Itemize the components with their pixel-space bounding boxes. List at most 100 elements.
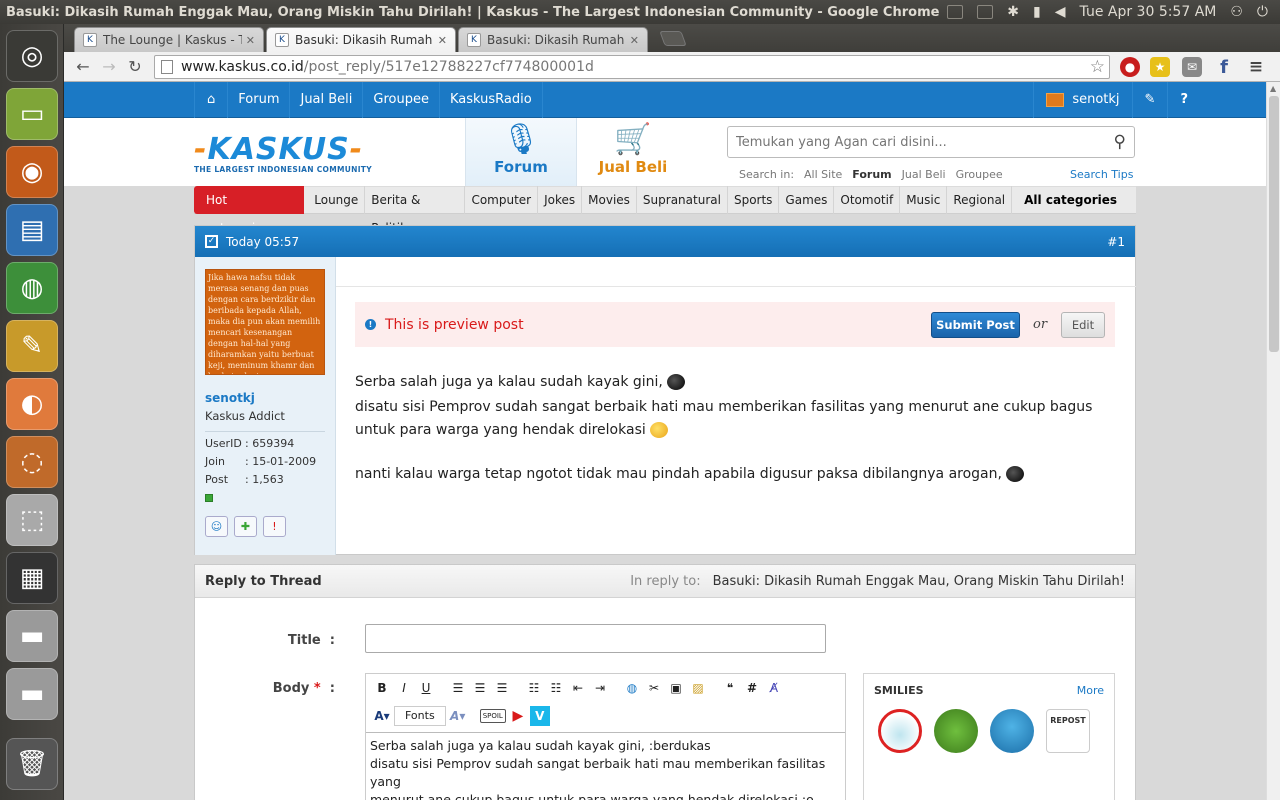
quote-icon[interactable]: ❝ xyxy=(720,678,740,698)
mail-icon[interactable] xyxy=(947,5,964,19)
underline-icon[interactable]: U xyxy=(416,678,436,698)
smiley-icon[interactable] xyxy=(878,709,922,753)
bullet-list-icon[interactable]: ☷ xyxy=(524,678,544,698)
align-right-icon[interactable]: ☰ xyxy=(492,678,512,698)
smiley-icon[interactable]: REPOST xyxy=(1046,709,1090,753)
paint-icon[interactable]: ⬚ xyxy=(6,494,58,546)
power-icon[interactable]: ⏻ xyxy=(1257,4,1268,20)
browser-tab[interactable]: K Basuki: Dikasih Rumah Eng ✕ xyxy=(458,27,648,52)
outdent-icon[interactable]: ⇤ xyxy=(568,678,588,698)
category-item[interactable]: Otomotif xyxy=(834,186,901,214)
body-textarea[interactable]: Serba salah juga ya kalau sudah kayak gi… xyxy=(366,732,845,800)
fonts-dropdown[interactable]: Fonts xyxy=(394,706,446,726)
font-size-icon[interactable]: A▾ xyxy=(448,706,468,726)
text-editor-icon[interactable]: ✎ xyxy=(6,320,58,372)
dash-icon[interactable]: ◎ xyxy=(6,30,58,82)
scope-all-site[interactable]: All Site xyxy=(804,168,842,181)
bookmark-star-icon[interactable]: ☆ xyxy=(1090,57,1105,77)
user-icon[interactable]: ⚇ xyxy=(1230,4,1243,20)
youtube-icon[interactable]: ▶ xyxy=(508,706,528,726)
category-item[interactable]: Computer xyxy=(465,186,539,214)
back-icon[interactable]: ← xyxy=(70,55,96,79)
nav-forum[interactable]: Forum xyxy=(228,82,291,118)
search-input[interactable] xyxy=(736,134,1096,150)
category-item[interactable]: Regional xyxy=(947,186,1011,214)
image-icon[interactable]: ▨ xyxy=(688,678,708,698)
category-item[interactable]: Berita & Politik xyxy=(365,186,466,235)
search-icon[interactable]: ⚲ xyxy=(1114,132,1126,152)
address-bar[interactable]: www.kaskus.co.id/post_reply/517e12788227… xyxy=(154,55,1110,79)
italic-icon[interactable]: I xyxy=(394,678,414,698)
spoiler-icon[interactable]: SPOIL xyxy=(479,709,506,723)
post-number[interactable]: #1 xyxy=(1107,235,1125,249)
category-item[interactable]: Games xyxy=(779,186,835,214)
writer-icon[interactable]: ▤ xyxy=(6,204,58,256)
title-input[interactable] xyxy=(365,624,826,653)
nav-jualbeli[interactable]: Jual Beli xyxy=(290,82,364,118)
code-icon[interactable]: ▣ xyxy=(666,678,686,698)
help-icon[interactable]: ? xyxy=(1167,82,1200,118)
scope-forum[interactable]: Forum xyxy=(852,168,891,181)
shell-icon[interactable]: ◌ xyxy=(6,436,58,488)
close-icon[interactable]: ✕ xyxy=(246,34,255,47)
category-item[interactable]: Jokes xyxy=(538,186,583,214)
nav-kaskusradio[interactable]: KaskusRadio xyxy=(440,82,543,118)
scope-jual-beli[interactable]: Jual Beli xyxy=(902,168,946,181)
close-icon[interactable]: ✕ xyxy=(630,34,639,47)
user-avatar[interactable]: Jika hawa nafsu tidak merasa senang dan … xyxy=(205,269,325,375)
align-left-icon[interactable]: ☰ xyxy=(448,678,468,698)
page-scrollbar[interactable]: ▲ xyxy=(1266,82,1280,800)
pencil-icon[interactable]: ✎ xyxy=(1131,82,1168,118)
clear-format-icon[interactable]: A̸ xyxy=(764,678,784,698)
category-item[interactable]: Movies xyxy=(582,186,637,214)
tab-forum[interactable]: 🎙 Forum xyxy=(465,118,577,186)
unlink-icon[interactable]: ✂ xyxy=(644,678,664,698)
category-item[interactable]: Sports xyxy=(728,186,780,214)
orange-app-icon[interactable]: ◐ xyxy=(6,378,58,430)
submit-post-button[interactable]: Submit Post xyxy=(931,312,1020,338)
trash-icon[interactable]: 🗑 xyxy=(6,738,58,790)
smiley-icon[interactable] xyxy=(990,709,1034,753)
drive2-icon[interactable]: ▬ xyxy=(6,668,58,720)
drive-icon[interactable]: ▬ xyxy=(6,610,58,662)
message-icon[interactable]: ✚ xyxy=(234,516,257,537)
category-item[interactable]: Supranatural xyxy=(637,186,728,214)
search-tips-link[interactable]: Search Tips xyxy=(1070,168,1133,181)
scope-groupee[interactable]: Groupee xyxy=(956,168,1003,181)
smilies-more-link[interactable]: More xyxy=(1077,684,1104,697)
home-icon[interactable]: ⌂ xyxy=(194,82,229,118)
adblock-icon[interactable]: ● xyxy=(1120,57,1140,77)
vimeo-icon[interactable]: V xyxy=(529,706,550,726)
new-tab-button[interactable] xyxy=(659,31,687,46)
workspace-icon[interactable]: ▦ xyxy=(6,552,58,604)
smiley-icon[interactable] xyxy=(934,709,978,753)
category-item[interactable]: Lounge xyxy=(308,186,366,214)
browser-tab-active[interactable]: K Basuki: Dikasih Rumah Eng ✕ xyxy=(266,27,456,52)
chrome-icon[interactable]: ◍ xyxy=(6,262,58,314)
facebook-icon[interactable]: f xyxy=(1214,57,1234,78)
report-icon[interactable]: ! xyxy=(263,516,286,537)
hash-icon[interactable]: # xyxy=(742,678,762,698)
close-icon[interactable]: ✕ xyxy=(438,34,447,47)
scrollbar-thumb[interactable] xyxy=(1269,96,1279,352)
reload-icon[interactable]: ↻ xyxy=(122,55,148,79)
clock[interactable]: Tue Apr 30 5:57 AM xyxy=(1080,4,1217,20)
link-icon[interactable]: ◍ xyxy=(622,678,642,698)
hot-categories[interactable]: Hot categories xyxy=(194,186,305,235)
profile-icon[interactable]: ☺ xyxy=(205,516,228,537)
category-item[interactable]: Music xyxy=(900,186,948,214)
eye-app-icon[interactable]: ◉ xyxy=(6,146,58,198)
edit-button[interactable]: Edit xyxy=(1061,312,1105,338)
user-menu[interactable]: senotkj xyxy=(1033,82,1131,118)
font-color-icon[interactable]: A▾ xyxy=(372,706,392,726)
nav-groupee[interactable]: Groupee xyxy=(363,82,440,118)
align-center-icon[interactable]: ☰ xyxy=(470,678,490,698)
volume-icon[interactable]: ◀ xyxy=(1055,4,1066,20)
battery-icon[interactable] xyxy=(977,5,994,19)
bluetooth-icon[interactable]: ✱ xyxy=(1007,4,1019,20)
forward-icon[interactable]: → xyxy=(96,55,122,79)
kaskus-logo[interactable]: -KASKUS- THE LARGEST INDONESIAN COMMUNIT… xyxy=(194,132,372,174)
network-icon[interactable]: ▮ xyxy=(1033,4,1041,20)
thread-title[interactable]: Basuki: Dikasih Rumah Enggak Mau, Orang … xyxy=(713,574,1125,589)
user-name[interactable]: senotkj xyxy=(205,391,325,405)
